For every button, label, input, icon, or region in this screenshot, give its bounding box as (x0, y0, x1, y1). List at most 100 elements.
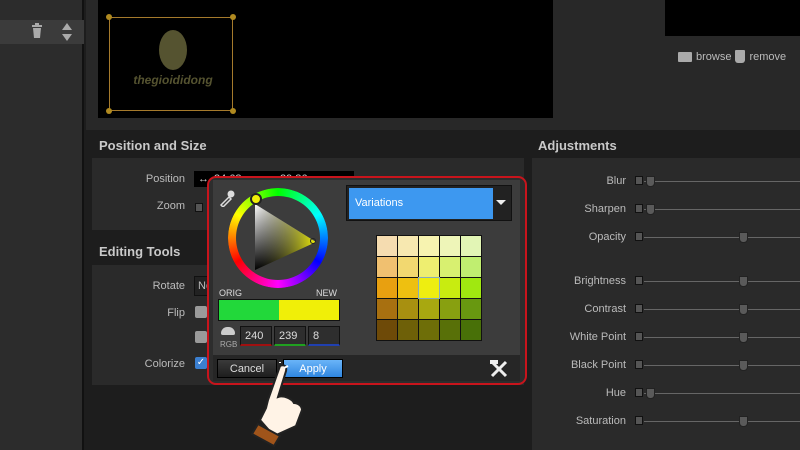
color-swatch[interactable] (440, 278, 460, 298)
color-swatch[interactable] (461, 257, 481, 277)
slider-thumb[interactable] (646, 388, 655, 399)
color-model-icon[interactable] (221, 327, 235, 335)
color-swatch[interactable] (398, 257, 418, 277)
slider-label: Brightness (574, 275, 626, 287)
position-label: Position (145, 173, 185, 185)
mode-dropdown[interactable]: Variations (346, 185, 512, 221)
trash-icon[interactable] (31, 23, 43, 39)
slider-decrease-button[interactable] (635, 176, 643, 185)
slider-label: Blur (606, 175, 626, 187)
hand-pointer-icon (250, 362, 304, 447)
color-swatch[interactable] (377, 299, 397, 319)
remove-link[interactable]: remove (749, 51, 786, 63)
color-swatch[interactable] (418, 277, 440, 299)
resize-handle[interactable] (106, 108, 112, 114)
color-swatch[interactable] (461, 278, 481, 298)
color-swatch[interactable] (398, 299, 418, 319)
color-wheel[interactable] (228, 188, 328, 288)
color-swatch[interactable] (419, 257, 439, 277)
color-swatch[interactable] (377, 278, 397, 298)
slider-label: Sharpen (584, 203, 626, 215)
color-swatch[interactable] (461, 299, 481, 319)
trash-icon[interactable] (735, 50, 746, 63)
slider-track[interactable] (644, 365, 800, 366)
colorize-label: Colorize (144, 358, 185, 370)
folder-icon[interactable] (678, 51, 692, 62)
color-swatch[interactable] (398, 236, 418, 256)
color-compare (218, 299, 340, 321)
color-swatch[interactable] (398, 278, 418, 298)
slider-track[interactable] (644, 421, 800, 422)
slider-label: Contrast (584, 303, 626, 315)
flip-label: Flip (167, 307, 185, 319)
resize-handle[interactable] (230, 108, 236, 114)
slider-decrease-button[interactable] (635, 360, 643, 369)
logo-thumbnail (665, 0, 800, 36)
flip-vertical-checkbox[interactable] (195, 331, 207, 343)
slider-label: White Point (569, 331, 626, 343)
color-swatch[interactable] (461, 236, 481, 256)
flip-horizontal-checkbox[interactable] (195, 306, 207, 318)
slider-thumb[interactable] (646, 176, 655, 187)
slider-thumb[interactable] (739, 416, 748, 427)
slider-track[interactable] (644, 209, 800, 210)
new-label: NEW (316, 288, 337, 298)
slider-thumb[interactable] (739, 304, 748, 315)
rgb-label: RGB (220, 340, 238, 349)
hue-handle[interactable] (250, 193, 262, 205)
blue-input[interactable]: 8 (308, 326, 340, 346)
slider-label: Black Point (570, 359, 626, 371)
slider-decrease-button[interactable] (635, 332, 643, 341)
slider-track[interactable] (644, 309, 800, 310)
color-swatch[interactable] (419, 236, 439, 256)
color-swatch[interactable] (461, 320, 481, 340)
slider-thumb[interactable] (739, 332, 748, 343)
resize-handle[interactable] (230, 14, 236, 20)
color-swatch[interactable] (440, 257, 460, 277)
slider-track[interactable] (644, 181, 800, 182)
color-swatch[interactable] (440, 320, 460, 340)
slider-thumb[interactable] (739, 232, 748, 243)
color-swatch[interactable] (377, 320, 397, 340)
color-swatch[interactable] (398, 320, 418, 340)
slider-decrease-button[interactable] (635, 204, 643, 213)
orig-color-swatch[interactable] (219, 300, 279, 320)
slider-decrease-button[interactable] (635, 388, 643, 397)
logo-figure-icon (159, 30, 187, 70)
slider-thumb[interactable] (646, 204, 655, 215)
slider-track[interactable] (644, 393, 800, 394)
color-swatch[interactable] (377, 236, 397, 256)
color-swatch[interactable] (419, 320, 439, 340)
color-swatch[interactable] (440, 299, 460, 319)
color-swatch[interactable] (419, 299, 439, 319)
tools-icon[interactable] (489, 360, 509, 378)
color-swatch[interactable] (440, 236, 460, 256)
red-input[interactable]: 240 (240, 326, 272, 346)
orig-label: ORIG (219, 288, 243, 298)
slider-decrease-button[interactable] (635, 304, 643, 313)
color-swatch[interactable] (377, 257, 397, 277)
sidebar (0, 0, 84, 450)
section-title-editing-tools: Editing Tools (99, 244, 181, 259)
new-color-swatch (279, 300, 339, 320)
variations-grid (376, 235, 482, 341)
slider-decrease-button[interactable] (635, 232, 643, 241)
slider-track[interactable] (644, 237, 800, 238)
colorize-checkbox[interactable]: ✓ (195, 357, 207, 369)
resize-handle[interactable] (106, 14, 112, 20)
chevron-down-icon (496, 200, 506, 205)
layer-row[interactable] (0, 20, 84, 44)
sort-arrows-icon[interactable] (62, 23, 72, 41)
zoom-label: Zoom (156, 200, 185, 212)
slider-label: Hue (605, 387, 626, 399)
slider-track[interactable] (644, 281, 800, 282)
slider-track[interactable] (644, 337, 800, 338)
green-input[interactable]: 239 (274, 326, 306, 346)
zoom-decrease-button[interactable] (195, 203, 203, 212)
slider-decrease-button[interactable] (635, 276, 643, 285)
slider-thumb[interactable] (739, 360, 748, 371)
mode-dropdown-value: Variations (349, 188, 493, 219)
slider-thumb[interactable] (739, 276, 748, 287)
slider-decrease-button[interactable] (635, 416, 643, 425)
browse-link[interactable]: browse (696, 51, 731, 63)
